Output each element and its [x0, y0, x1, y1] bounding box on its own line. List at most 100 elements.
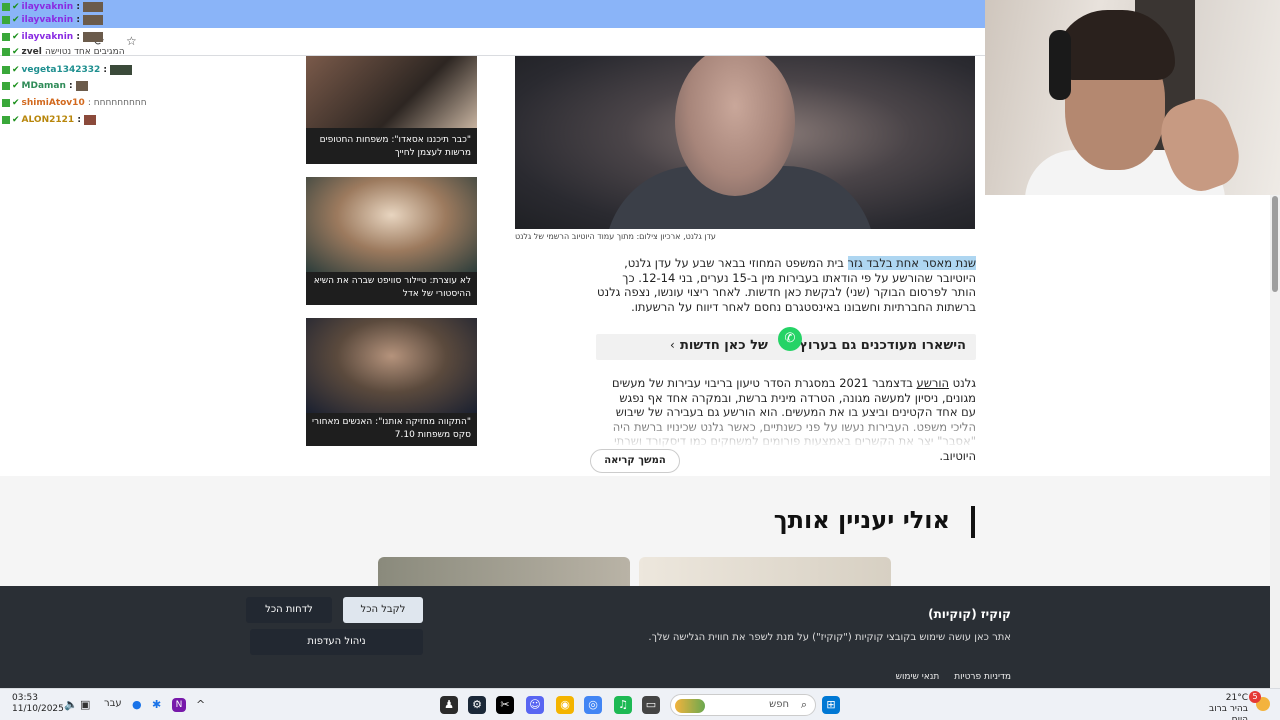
emote-icon [83, 114, 96, 125]
taskbar-search[interactable]: חפש ⌕ [670, 694, 816, 716]
recommended-section: אולי יעניין אותך [0, 476, 1270, 587]
check-icon: ✔ [12, 98, 20, 108]
paragraph-text: גלנט [949, 376, 976, 390]
chat-user: zvel [21, 47, 42, 57]
chat-text: : [76, 15, 80, 25]
sidebar-card[interactable]: "כבר תיכננו אסאדו": משפחות החטופים מרשות… [306, 56, 477, 164]
chat-text: : [77, 115, 81, 125]
accept-all-button[interactable]: לקבל הכל [343, 597, 423, 623]
search-highlight-icon [675, 699, 705, 713]
bluetooth-icon[interactable]: ✱ [152, 698, 161, 711]
badge-icon [2, 65, 10, 74]
chat-user: ilayvaknin [21, 2, 74, 12]
chat-message: ✔ ilayvaknin : [2, 13, 103, 27]
chat-user: ALON2121 [21, 115, 75, 125]
discord-icon[interactable]: ☺ [526, 696, 544, 714]
check-icon: ✔ [12, 47, 20, 57]
sidebar-card[interactable]: "התקווה מחזיקה אותנו": האנשים מאחורי סקס… [306, 318, 477, 446]
taskbar: 03:53 11/10/2025 🔈 ▣ עבר ● ✱ N ^ ♟ ⚙ ✂ ☺… [0, 688, 1280, 720]
emote-icon [110, 64, 133, 75]
highlighted-text: שנת מאסר אחת בלבד גזר [847, 256, 976, 270]
app-icon-2[interactable]: ◉ [556, 696, 574, 714]
whatsapp-channel: של כאן חדשות [680, 338, 768, 353]
card-caption: "כבר תיכננו אסאדו": משפחות החטופים מרשות… [319, 135, 471, 158]
cookie-links: מדיניות פרטיות תנאי שימוש [884, 672, 1011, 682]
chat-user: shimiAtov10 [21, 98, 85, 108]
weather-desc: בהיר ברוב היום [1209, 704, 1248, 720]
emote-icon [75, 80, 88, 91]
badge-icon [2, 115, 10, 124]
chat-text: : חחחחחחחחח [87, 98, 147, 108]
chat-message: ✔ shimiAtov10 : חחחחחחחחח [2, 96, 147, 110]
text-fade [600, 412, 980, 448]
check-icon: ✔ [12, 2, 20, 12]
cookie-text: אתר כאן עושה שימוש בקובצי קוקיות ("קוקיז… [648, 632, 1011, 643]
chat-message: ✔ ilayvaknin : [2, 0, 103, 14]
card-caption: "התקווה מחזיקה אותנו": האנשים מאחורי סקס… [312, 417, 471, 440]
badge-icon [2, 2, 10, 11]
chat-overlay: ✔ ilayvaknin : ✔ ilayvaknin : ✔ ilayvaknin … [0, 0, 300, 130]
reject-all-button[interactable]: לדחות הכל [246, 597, 332, 623]
badge-icon [2, 47, 10, 56]
network-icon[interactable]: ▣ [80, 698, 90, 711]
badge-icon [2, 81, 10, 90]
article-link[interactable]: הורשע [917, 376, 949, 390]
recommended-card[interactable] [639, 557, 891, 587]
weather-temp: 21°C [1225, 693, 1248, 703]
file-explorer-icon[interactable]: ▭ [642, 696, 660, 714]
capcut-icon[interactable]: ✂ [496, 696, 514, 714]
chat-message: ✔ ilayvaknin : [2, 30, 103, 44]
steam-icon[interactable]: ⚙ [468, 696, 486, 714]
check-icon: ✔ [12, 81, 20, 91]
manage-preferences-button[interactable]: ניהול העדפות [250, 629, 423, 655]
badge-icon [2, 32, 10, 41]
windows-start-icon[interactable]: ⊞ [822, 696, 840, 714]
chat-text: : [76, 2, 80, 12]
check-icon: ✔ [12, 65, 20, 75]
chevron-up-icon[interactable]: ^ [196, 698, 205, 711]
search-placeholder: חפש [769, 699, 789, 710]
notification-badge[interactable]: 5 [1249, 691, 1261, 703]
chat-text: : [76, 32, 80, 42]
card-image [306, 318, 477, 413]
card-image [306, 56, 477, 128]
chat-text: המגיבים אחד נטוישה [44, 47, 125, 57]
weather-widget[interactable]: 21°C בהיר ברוב היום [1194, 693, 1248, 720]
chat-message: ✔ vegeta1342332 : [2, 63, 133, 77]
scrollbar-thumb[interactable] [1272, 196, 1278, 292]
read-more-button[interactable]: המשך קריאה [590, 449, 680, 473]
whatsapp-text: הישארו מעודכנים גם בערוץ [799, 338, 966, 353]
clock[interactable]: 03:53 11/10/2025 [12, 693, 64, 715]
chat-user: ilayvaknin [21, 32, 74, 42]
chat-user: ilayvaknin [21, 15, 74, 25]
chat-message: ✔ zvel המגיבים אחד נטוישה [2, 45, 125, 59]
cookie-banner: קוקיז (קוקיות) אתר כאן עושה שימוש בקובצי… [0, 586, 1270, 688]
volume-icon[interactable]: 🔈 [64, 698, 78, 711]
chat-user: MDaman [21, 81, 66, 91]
check-icon: ✔ [12, 115, 20, 125]
image-credit: עדן גלנט, ארכיון צילום: מתוך עמוד היוטיו… [515, 232, 716, 241]
spotify-icon[interactable]: ♫ [614, 696, 632, 714]
clock-date: 11/10/2025 [12, 704, 64, 714]
emote-icon [82, 1, 103, 12]
privacy-policy-link[interactable]: מדיניות פרטיות [954, 672, 1011, 682]
check-icon: ✔ [12, 15, 20, 25]
onenote-icon[interactable]: N [172, 698, 186, 712]
whatsapp-banner[interactable]: הישארו מעודכנים גם בערוץ ✆ של כאן חדשות … [596, 327, 976, 360]
language-indicator[interactable]: עבר [104, 698, 122, 709]
app-icon[interactable]: ♟ [440, 696, 458, 714]
chat-user: vegeta1342332 [21, 65, 101, 75]
terms-link[interactable]: תנאי שימוש [896, 672, 940, 682]
cookie-title: קוקיז (קוקיות) [928, 607, 1011, 621]
article-paragraph: שנת מאסר אחת בלבד גזר בית המשפט המחוזי ב… [596, 256, 976, 314]
mic-icon[interactable]: ● [132, 698, 142, 711]
chat-text: : [103, 65, 108, 75]
chat-message: ✔ ALON2121 : [2, 113, 96, 127]
clock-time: 03:53 [12, 693, 38, 703]
chrome-icon[interactable]: ◎ [584, 696, 602, 714]
sidebar-card[interactable]: לא עוצרת: טיילור סוויפט שברה את השיא ההי… [306, 177, 477, 305]
hero-image [515, 56, 975, 229]
card-caption: לא עוצרת: טיילור סוויפט שברה את השיא ההי… [313, 276, 471, 299]
recommended-card[interactable] [378, 557, 630, 587]
webcam-overlay [985, 0, 1280, 195]
